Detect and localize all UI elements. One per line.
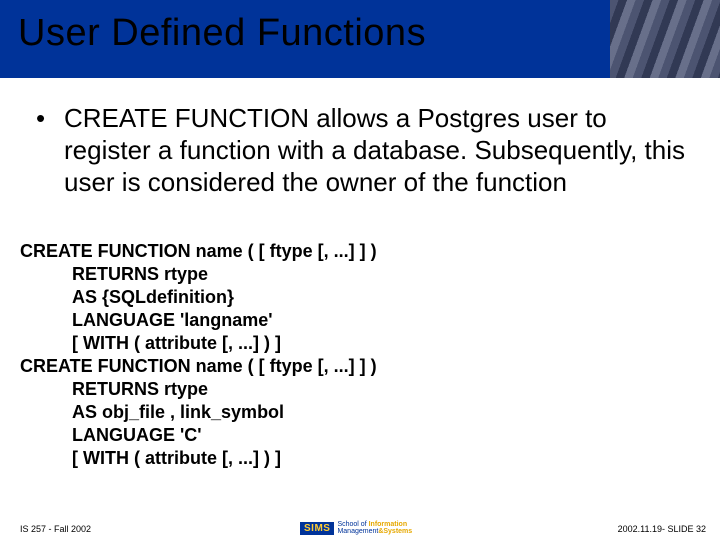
logo-abbr: SIMS <box>300 522 334 535</box>
logo-line2b: &Systems <box>378 528 412 535</box>
code-line: [ WITH ( attribute [, ...] ) ] <box>20 447 700 470</box>
logo-line2a: Management <box>337 528 378 535</box>
slide: User Defined Functions • CREATE FUNCTION… <box>0 0 720 540</box>
code-line: CREATE FUNCTION name ( [ ftype [, ...] ]… <box>20 355 700 378</box>
code-line: RETURNS rtype <box>20 378 700 401</box>
code-line: [ WITH ( attribute [, ...] ) ] <box>20 332 700 355</box>
code-line: CREATE FUNCTION name ( [ ftype [, ...] ]… <box>20 240 700 263</box>
code-line: LANGUAGE 'C' <box>20 424 700 447</box>
footer: IS 257 - Fall 2002 SIMS School of Inform… <box>0 518 720 540</box>
decorative-photo <box>610 0 720 78</box>
footer-left: IS 257 - Fall 2002 <box>20 524 91 534</box>
code-line: RETURNS rtype <box>20 263 700 286</box>
code-line: AS {SQLdefinition} <box>20 286 700 309</box>
footer-logo: SIMS School of Information Management&Sy… <box>300 520 420 536</box>
bullet-text: CREATE FUNCTION allows a Postgres user t… <box>64 102 686 198</box>
slide-title: User Defined Functions <box>18 12 426 55</box>
code-block: CREATE FUNCTION name ( [ ftype [, ...] ]… <box>20 240 700 470</box>
footer-right: 2002.11.19- SLIDE 32 <box>618 524 706 534</box>
bullet-marker: • <box>36 102 64 198</box>
logo-text: School of Information Management&Systems <box>337 521 412 535</box>
code-line: LANGUAGE 'langname' <box>20 309 700 332</box>
code-line: AS obj_file , link_symbol <box>20 401 700 424</box>
logo-line1: School of Information <box>337 521 407 528</box>
bullet-block: • CREATE FUNCTION allows a Postgres user… <box>36 102 686 198</box>
